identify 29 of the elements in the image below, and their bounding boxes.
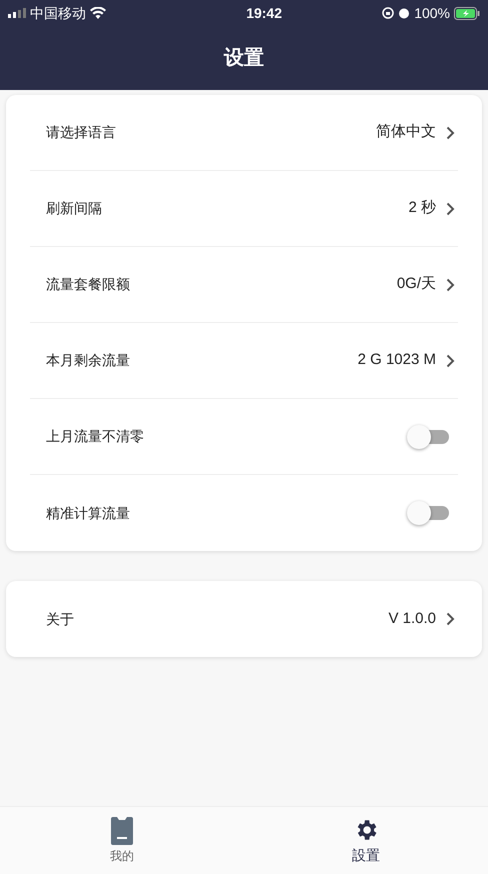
signal-icon <box>8 8 26 18</box>
chevron-icon <box>446 202 455 216</box>
page-title: 设置 <box>224 46 264 71</box>
battery-percent: 100% <box>414 4 450 22</box>
setting-label: 流量套餐限额 <box>46 275 130 294</box>
rotation-lock-icon <box>382 7 394 19</box>
chevron-icon <box>446 354 455 368</box>
battery-icon <box>454 6 480 20</box>
setting-value[interactable]: 简体中文 <box>376 121 455 144</box>
chevron-icon <box>446 126 455 140</box>
setting-value[interactable]: 2 G 1023 M <box>358 349 455 372</box>
setting-label: 精准计算流量 <box>46 504 130 522</box>
alarm-icon <box>398 7 410 19</box>
setting-label: 关于 <box>46 610 74 628</box>
setting-label: 请选择语言 <box>46 123 116 142</box>
chevron-icon <box>446 278 455 292</box>
setting-label: 刷新间隔 <box>46 199 102 218</box>
setting-value[interactable]: 0G/天 <box>396 273 455 296</box>
status-time: 19:42 <box>246 4 282 22</box>
chevron-icon <box>446 612 455 626</box>
wifi-icon <box>90 7 106 19</box>
tab-item[interactable]: 設置 <box>244 807 488 874</box>
setting-label: 本月剩余流量 <box>46 351 130 370</box>
phone-card-icon <box>111 817 133 845</box>
setting-label: 上月流量不清零 <box>46 427 144 446</box>
tab-item[interactable]: 我的 <box>0 807 244 874</box>
setting-value[interactable]: V 1.0.0 <box>388 608 455 630</box>
setting-value[interactable]: 2 秒 <box>408 197 455 220</box>
carrier-name: 中国移动 <box>30 4 86 22</box>
